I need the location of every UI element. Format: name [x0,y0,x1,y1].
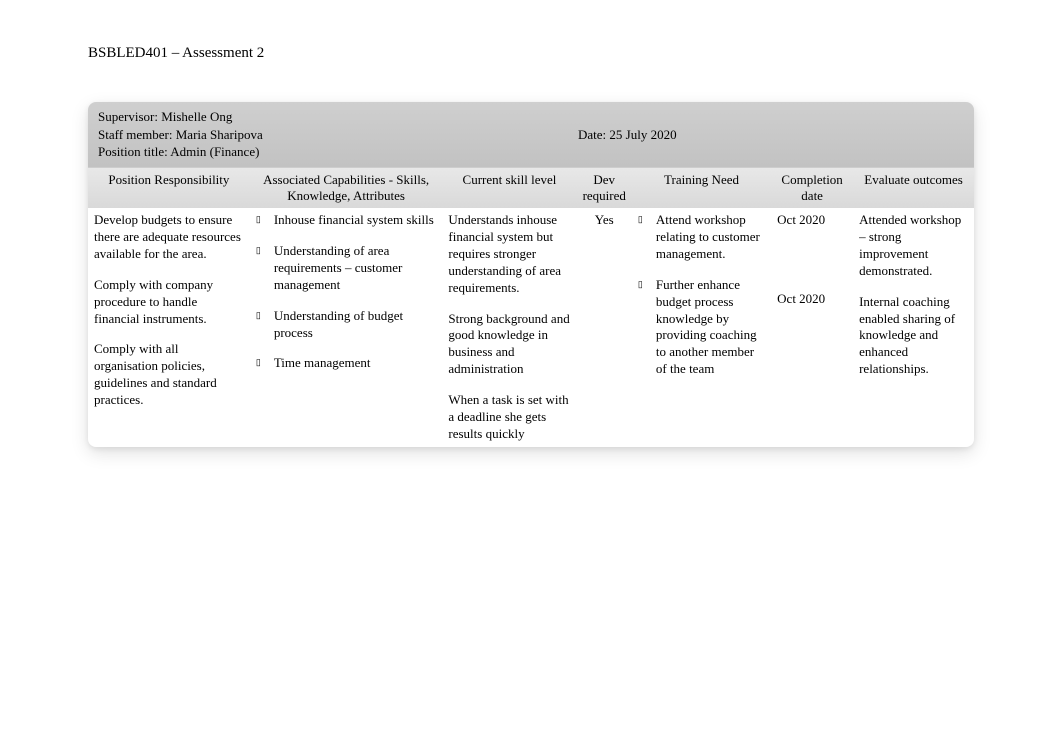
date-value: 25 July 2020 [609,127,676,142]
date-label: Date: [578,127,609,142]
list-item: ▯ Inhouse financial system skills [256,212,437,229]
staff-member-label: Staff member: [98,127,176,142]
table-header-row: Position Responsibility Associated Capab… [88,167,974,209]
position-title-value: Admin (Finance) [170,144,259,159]
assessment-table: Supervisor: Mishelle Ong Staff member: M… [88,102,974,447]
bullet-icon: ▯ [256,212,274,229]
training-need-text: Attend workshop relating to customer man… [656,212,765,263]
header-completion-date: Completion date [771,167,853,209]
date-field: Date: 25 July 2020 [578,126,964,144]
table-row: Develop budgets to ensure there are adeq… [88,208,974,447]
list-item: ▯ Attend workshop relating to customer m… [638,212,765,263]
cell-training-need: ▯ Attend workshop relating to customer m… [632,208,771,447]
bullet-icon: ▯ [256,308,274,342]
list-item: ▯ Time management [256,355,437,372]
bullet-icon: ▯ [256,243,274,294]
responsibility-paragraph: Comply with company procedure to handle … [94,277,244,328]
bullet-icon: ▯ [256,355,274,372]
skill-paragraph: Understands inhouse financial system but… [448,212,570,296]
training-need-text: Further enhance budget process knowledge… [656,277,765,378]
cell-completion-date: Oct 2020 Oct 2020 [771,208,853,447]
header-training-need: Training Need [632,167,771,209]
evaluate-outcome-text: Internal coaching enabled sharing of kno… [859,294,968,378]
completion-date-value: Oct 2020 [777,291,847,308]
bullet-icon: ▯ [638,212,656,263]
cell-dev-required: Yes [577,208,632,447]
cell-capabilities: ▯ Inhouse financial system skills ▯ Unde… [250,208,443,447]
bullet-icon: ▯ [638,277,656,378]
position-title-field: Position title: Admin (Finance) [98,143,578,161]
staff-member-field: Staff member: Maria Sharipova [98,126,578,144]
header-dev-required: Dev required [577,167,632,209]
supervisor-label: Supervisor: [98,109,161,124]
responsibility-paragraph: Develop budgets to ensure there are adeq… [94,212,244,263]
header-responsibility: Position Responsibility [88,167,250,209]
header-capabilities: Associated Capabilities - Skills, Knowle… [250,167,443,209]
evaluate-outcome-text: Attended workshop – strong improvement d… [859,212,968,280]
capability-text: Understanding of area requirements – cus… [274,243,437,294]
supervisor-value: Mishelle Ong [161,109,232,124]
document-title: BSBLED401 – Assessment 2 [88,45,974,62]
cell-evaluate: Attended workshop – strong improvement d… [853,208,974,447]
skill-paragraph: When a task is set with a deadline she g… [448,392,570,443]
development-table: Position Responsibility Associated Capab… [88,167,974,447]
list-item: ▯ Further enhance budget process knowled… [638,277,765,378]
supervisor-field: Supervisor: Mishelle Ong [98,108,578,126]
skill-paragraph: Strong background and good knowledge in … [448,311,570,379]
completion-date-value: Oct 2020 [777,212,847,229]
meta-header: Supervisor: Mishelle Ong Staff member: M… [88,102,974,167]
list-item: ▯ Understanding of budget process [256,308,437,342]
cell-skill-level: Understands inhouse financial system but… [442,208,576,447]
header-evaluate: Evaluate outcomes [853,167,974,209]
staff-member-value: Maria Sharipova [176,127,263,142]
cell-responsibility: Develop budgets to ensure there are adeq… [88,208,250,447]
capability-text: Understanding of budget process [274,308,437,342]
header-skill-level: Current skill level [442,167,576,209]
list-item: ▯ Understanding of area requirements – c… [256,243,437,294]
position-title-label: Position title: [98,144,170,159]
capability-text: Inhouse financial system skills [274,212,437,229]
capability-text: Time management [274,355,437,372]
responsibility-paragraph: Comply with all organisation policies, g… [94,341,244,409]
